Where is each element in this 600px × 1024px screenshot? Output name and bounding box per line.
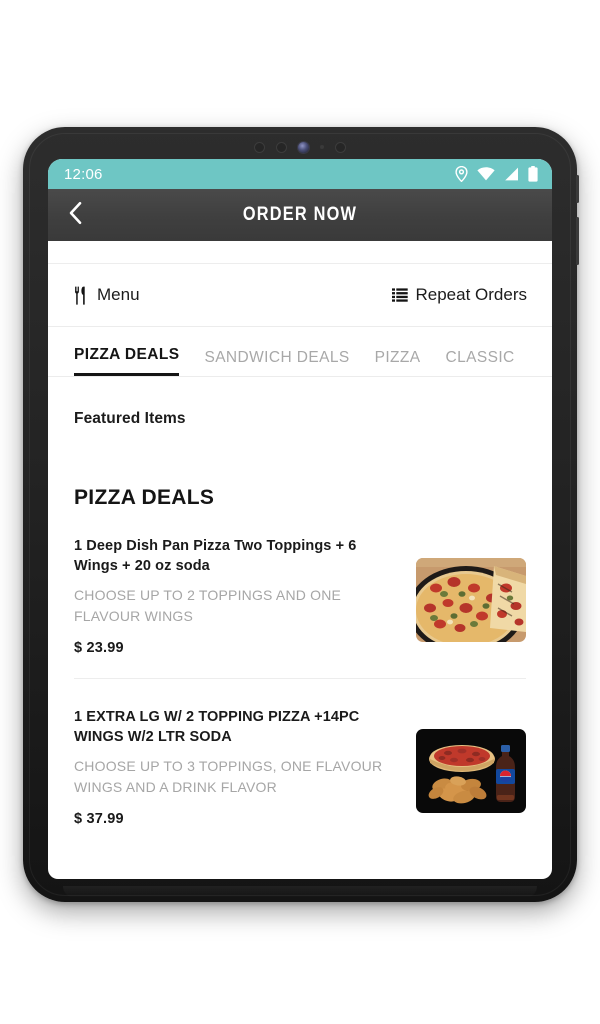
camera-sensor-cluster (23, 136, 577, 158)
item-price: $ 23.99 (74, 640, 124, 656)
item-text-block: 1 Deep Dish Pan Pizza Two Toppings + 6 W… (74, 536, 416, 656)
screenshot-root: 12:06 ORDER NOW Menu Repeat Orders PIZZA… (0, 0, 600, 1024)
menu-label: Menu (97, 285, 140, 304)
list-item[interactable]: 1 EXTRA LG W/ 2 TOPPING PIZZA +14PC WING… (74, 678, 526, 849)
front-camera-icon (298, 141, 309, 153)
tab-sandwich-deals[interactable]: SANDWICH DEALS (204, 349, 349, 376)
item-title: 1 EXTRA LG W/ 2 TOPPING PIZZA +14PC WING… (74, 709, 360, 745)
pepperoni-pan-pizza-photo (416, 558, 526, 642)
item-thumbnail[interactable] (416, 729, 526, 813)
wifi-icon (477, 167, 495, 181)
item-thumbnail[interactable] (416, 558, 526, 642)
item-description: CHOOSE UP TO 2 TOPPINGS AND ONE FLAVOUR … (74, 587, 342, 624)
sensor-ring-icon (254, 141, 265, 153)
header-divider-strip (48, 241, 552, 264)
repeat-orders-label: Repeat Orders (415, 285, 528, 304)
sensor-dot-icon (320, 145, 324, 149)
tab-pizza[interactable]: PIZZA (375, 349, 421, 376)
tablet-device: 12:06 ORDER NOW Menu Repeat Orders PIZZA… (23, 127, 579, 902)
status-time: 12:06 (64, 165, 103, 183)
list-icon (391, 288, 408, 302)
status-icon-group (455, 166, 538, 182)
app-header: ORDER NOW (48, 189, 552, 241)
volume-button[interactable] (576, 175, 579, 203)
menu-button[interactable]: Menu (74, 285, 140, 305)
battery-icon (528, 166, 538, 182)
fork-knife-icon (74, 286, 89, 305)
item-title: 1 Deep Dish Pan Pizza Two Toppings + 6 W… (74, 538, 357, 574)
location-pin-icon (455, 166, 468, 182)
status-bar: 12:06 (48, 159, 552, 189)
list-item[interactable]: 1 Deep Dish Pan Pizza Two Toppings + 6 W… (74, 510, 526, 678)
power-button[interactable] (576, 217, 579, 265)
item-description: CHOOSE UP TO 3 TOPPINGS, ONE FLAVOUR WIN… (74, 758, 383, 795)
page-title: ORDER NOW (242, 204, 358, 225)
cellular-signal-icon (504, 167, 519, 181)
menu-actions-row: Menu Repeat Orders (48, 264, 552, 327)
item-price: $ 37.99 (74, 811, 124, 827)
chevron-left-icon (68, 201, 83, 230)
section-title: PIZZA DEALS (74, 486, 215, 509)
device-bottom-sheen (63, 886, 537, 898)
menu-content: Featured Items PIZZA DEALS 1 Deep Dish P… (48, 377, 552, 849)
device-screen: 12:06 ORDER NOW Menu Repeat Orders PIZZA… (48, 159, 552, 879)
tab-pizza-deals[interactable]: PIZZA DEALS (74, 346, 180, 376)
tab-classic[interactable]: CLASSIC (446, 349, 515, 376)
item-text-block: 1 EXTRA LG W/ 2 TOPPING PIZZA +14PC WING… (74, 707, 416, 827)
featured-items-label: Featured Items (74, 410, 186, 427)
repeat-orders-button[interactable]: Repeat Orders (391, 285, 528, 305)
pizza-wings-soda-photo (416, 729, 526, 813)
sensor-ring-icon (335, 141, 346, 153)
category-tabs: PIZZA DEALS SANDWICH DEALS PIZZA CLASSIC (48, 327, 552, 377)
sensor-ring-icon (276, 141, 287, 153)
